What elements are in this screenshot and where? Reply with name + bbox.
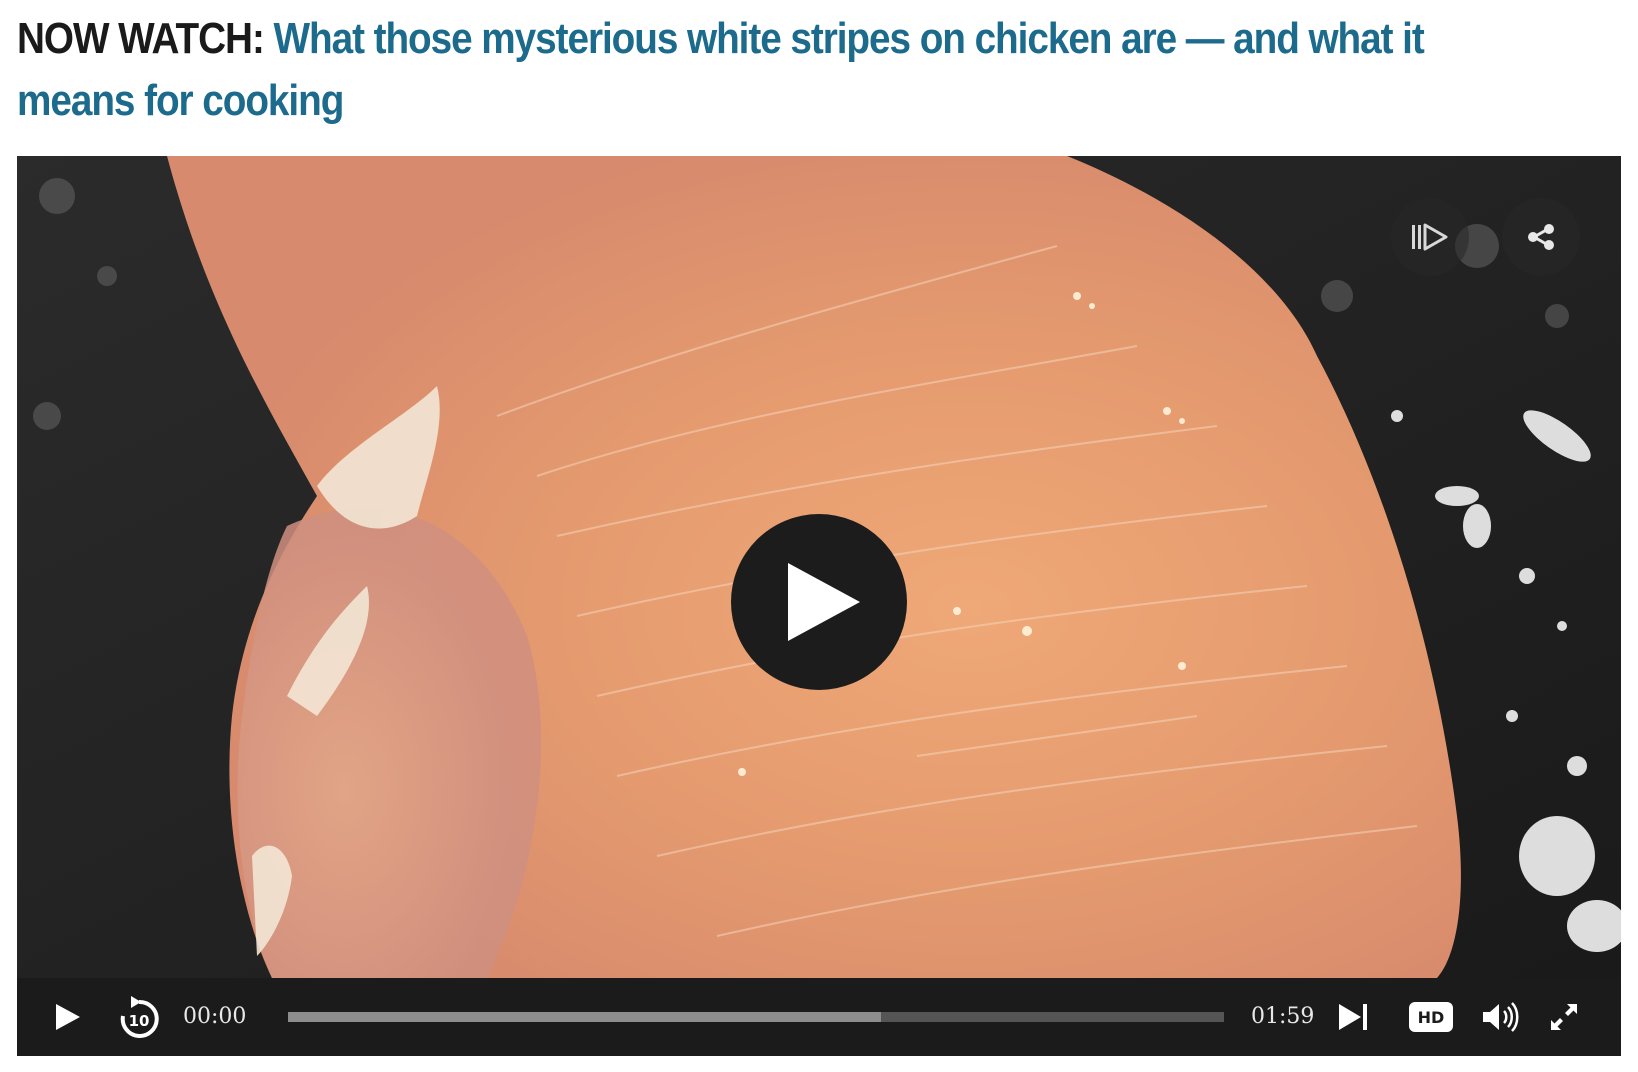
share-button[interactable]: [1502, 198, 1580, 276]
headline: NOW WATCH: What those mysterious white s…: [17, 8, 1425, 132]
share-icon: [1528, 224, 1554, 250]
fullscreen-button[interactable]: [1547, 1000, 1581, 1034]
rewind-10-icon: 10: [120, 996, 159, 1038]
rewind-10-button[interactable]: 10: [117, 994, 161, 1040]
skip-next-icon: [1339, 1004, 1367, 1030]
hd-quality-button[interactable]: HD: [1409, 1002, 1453, 1032]
play-small-icon: [56, 1004, 80, 1030]
next-button[interactable]: [1337, 1000, 1371, 1034]
volume-button[interactable]: [1481, 998, 1521, 1036]
rewind-seconds-label: 10: [129, 1012, 150, 1030]
up-next-button[interactable]: [1391, 198, 1469, 276]
seek-bar-buffered: [288, 1012, 882, 1022]
play-icon: [788, 563, 860, 641]
play-button[interactable]: [51, 1000, 85, 1034]
volume-icon: [1483, 1002, 1519, 1032]
headline-kicker: NOW WATCH:: [17, 14, 274, 63]
duration: 01:59: [1251, 1004, 1315, 1029]
player-control-bar: 10 00:00 01:59 HD: [17, 978, 1621, 1056]
big-play-button[interactable]: [731, 514, 907, 690]
up-next-icon: [1412, 223, 1448, 251]
seek-bar[interactable]: [288, 1012, 1224, 1022]
fullscreen-icon: [1551, 1004, 1577, 1030]
current-time: 00:00: [183, 1004, 247, 1029]
video-player[interactable]: 10 00:00 01:59 HD: [17, 156, 1621, 1056]
